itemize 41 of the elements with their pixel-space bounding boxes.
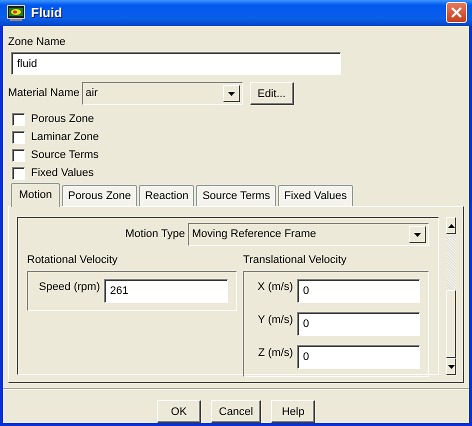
checkbox-label: Laminar Zone (31, 130, 99, 145)
scroll-thumb[interactable] (446, 290, 456, 358)
field-label: X (m/s) (256, 280, 293, 294)
field-label: Zone Name (8, 34, 66, 50)
tab[interactable]: Motion (11, 182, 60, 207)
checkbox[interactable] (12, 112, 25, 126)
tab[interactable]: Source Terms (196, 184, 276, 206)
app-icon (7, 4, 25, 21)
zone-name-field[interactable]: fluid (11, 52, 341, 75)
number-field[interactable]: 0 (297, 278, 420, 302)
field-label: Speed (rpm) (38, 280, 100, 294)
field-label: Y (m/s) (256, 312, 293, 328)
tab[interactable]: Porous Zone (62, 184, 138, 206)
dialog-button[interactable]: Cancel (210, 400, 262, 423)
checkbox[interactable] (12, 130, 25, 144)
group-title: Translational Velocity (243, 253, 348, 268)
field-label: Motion Type (125, 227, 185, 242)
tab[interactable]: Reaction (139, 184, 194, 206)
field-label: Material Name (8, 86, 80, 102)
scrollbar[interactable] (446, 217, 456, 375)
checkbox-label: Porous Zone (31, 112, 94, 127)
material-dropdown[interactable]: air (82, 82, 243, 105)
dialog-button[interactable]: OK (156, 400, 201, 423)
edit-button[interactable]: Edit... (250, 82, 294, 105)
window-title: Fluid (31, 4, 64, 22)
checkbox[interactable] (12, 166, 25, 180)
scroll-down-icon[interactable] (446, 358, 456, 375)
tab[interactable]: Fixed Values (278, 184, 353, 206)
number-field[interactable]: 0 (297, 344, 420, 368)
number-field[interactable]: 0 (297, 312, 420, 336)
close-button[interactable] (446, 2, 467, 24)
dialog-button[interactable]: Help (271, 400, 316, 423)
number-field[interactable]: 261 (104, 278, 228, 302)
motion-type-dropdown[interactable]: Moving Reference Frame (188, 223, 429, 246)
group-title: Rotational Velocity (27, 253, 118, 268)
checkbox[interactable] (12, 148, 25, 162)
close-icon[interactable] (451, 7, 462, 18)
scroll-up-icon[interactable] (446, 217, 456, 234)
checkbox-label: Source Terms (31, 148, 99, 163)
field-label: Z (m/s) (257, 346, 293, 360)
checkbox-label: Fixed Values (31, 166, 94, 181)
